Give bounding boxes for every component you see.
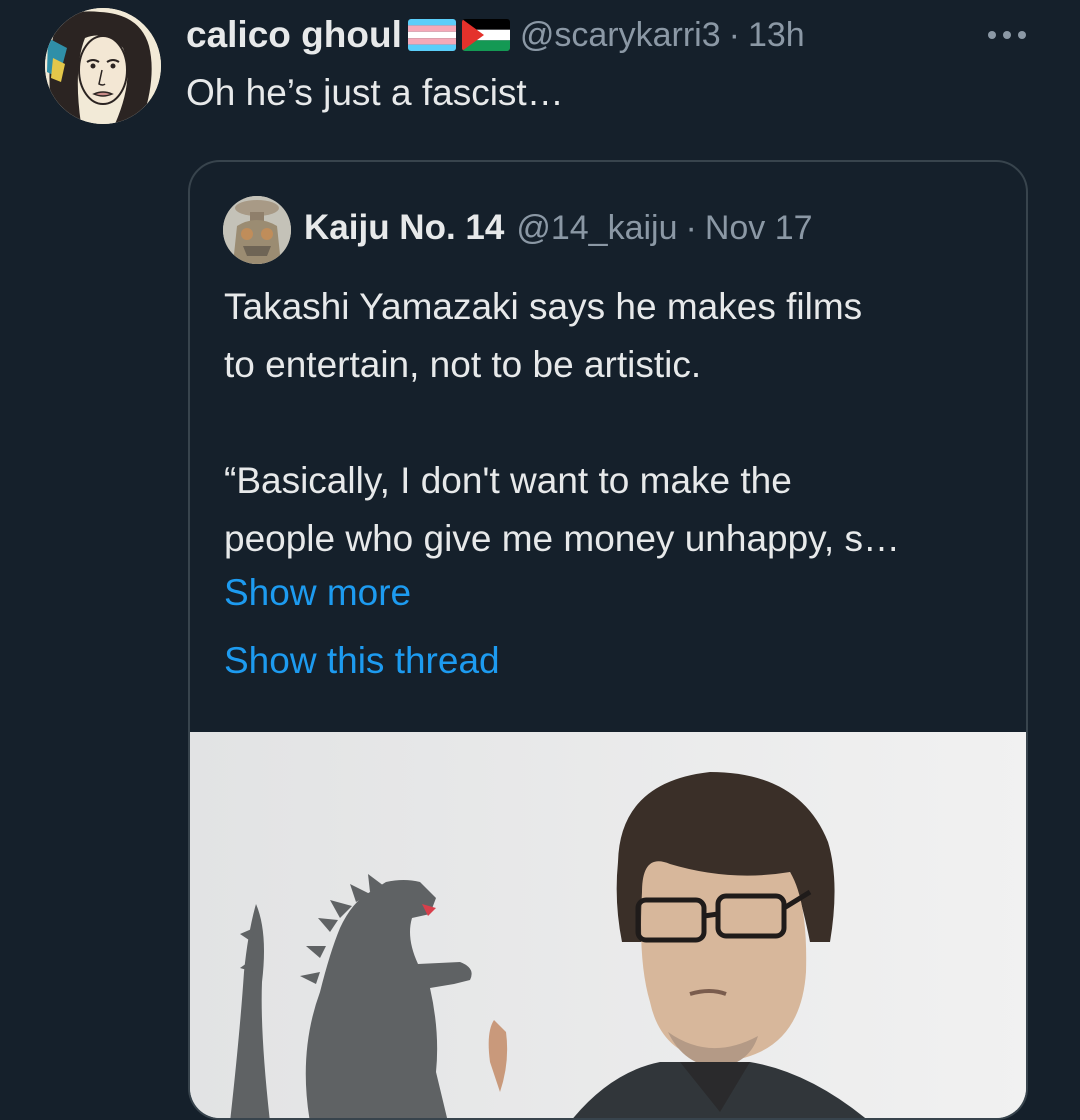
quoted-tweet-header: Kaiju No. 14 @14_kaiju · Nov 17 [304, 208, 813, 248]
author-avatar[interactable] [45, 8, 161, 124]
palestine-flag-icon [461, 19, 510, 51]
quoted-tweet-photo[interactable] [190, 732, 1026, 1118]
more-horizontal-icon[interactable] [984, 24, 1030, 46]
tweet-header: calico ghoul @scarykarri3 · 13h [186, 12, 805, 58]
tweet-text: Oh he’s just a fascist… [186, 72, 564, 113]
author-display-name[interactable]: calico ghoul [186, 14, 402, 56]
header-separator: · [728, 15, 740, 54]
tweet-timestamp[interactable]: 13h [748, 16, 805, 55]
quoted-header-separator: · [685, 208, 697, 247]
transgender-flag-icon [407, 19, 456, 51]
quoted-tweet-date[interactable]: Nov 17 [705, 209, 813, 248]
author-avatar-illustration [45, 8, 161, 124]
author-handle[interactable]: @scarykarri3 [520, 16, 721, 55]
quoted-author-display-name[interactable]: Kaiju No. 14 [304, 208, 504, 248]
photo-icon [190, 732, 1026, 1118]
quoted-author-avatar[interactable] [223, 196, 291, 264]
quoted-author-handle[interactable]: @14_kaiju [516, 209, 677, 248]
quoted-tweet-card[interactable]: Kaiju No. 14 @14_kaiju · Nov 17 Takashi … [188, 160, 1028, 1120]
quoted-tweet-text: Takashi Yamazaki says he makes films to … [224, 286, 900, 559]
show-more-link[interactable]: Show more [224, 564, 411, 622]
show-this-thread-link[interactable]: Show this thread [224, 632, 500, 690]
quoted-avatar-figure [223, 196, 291, 264]
